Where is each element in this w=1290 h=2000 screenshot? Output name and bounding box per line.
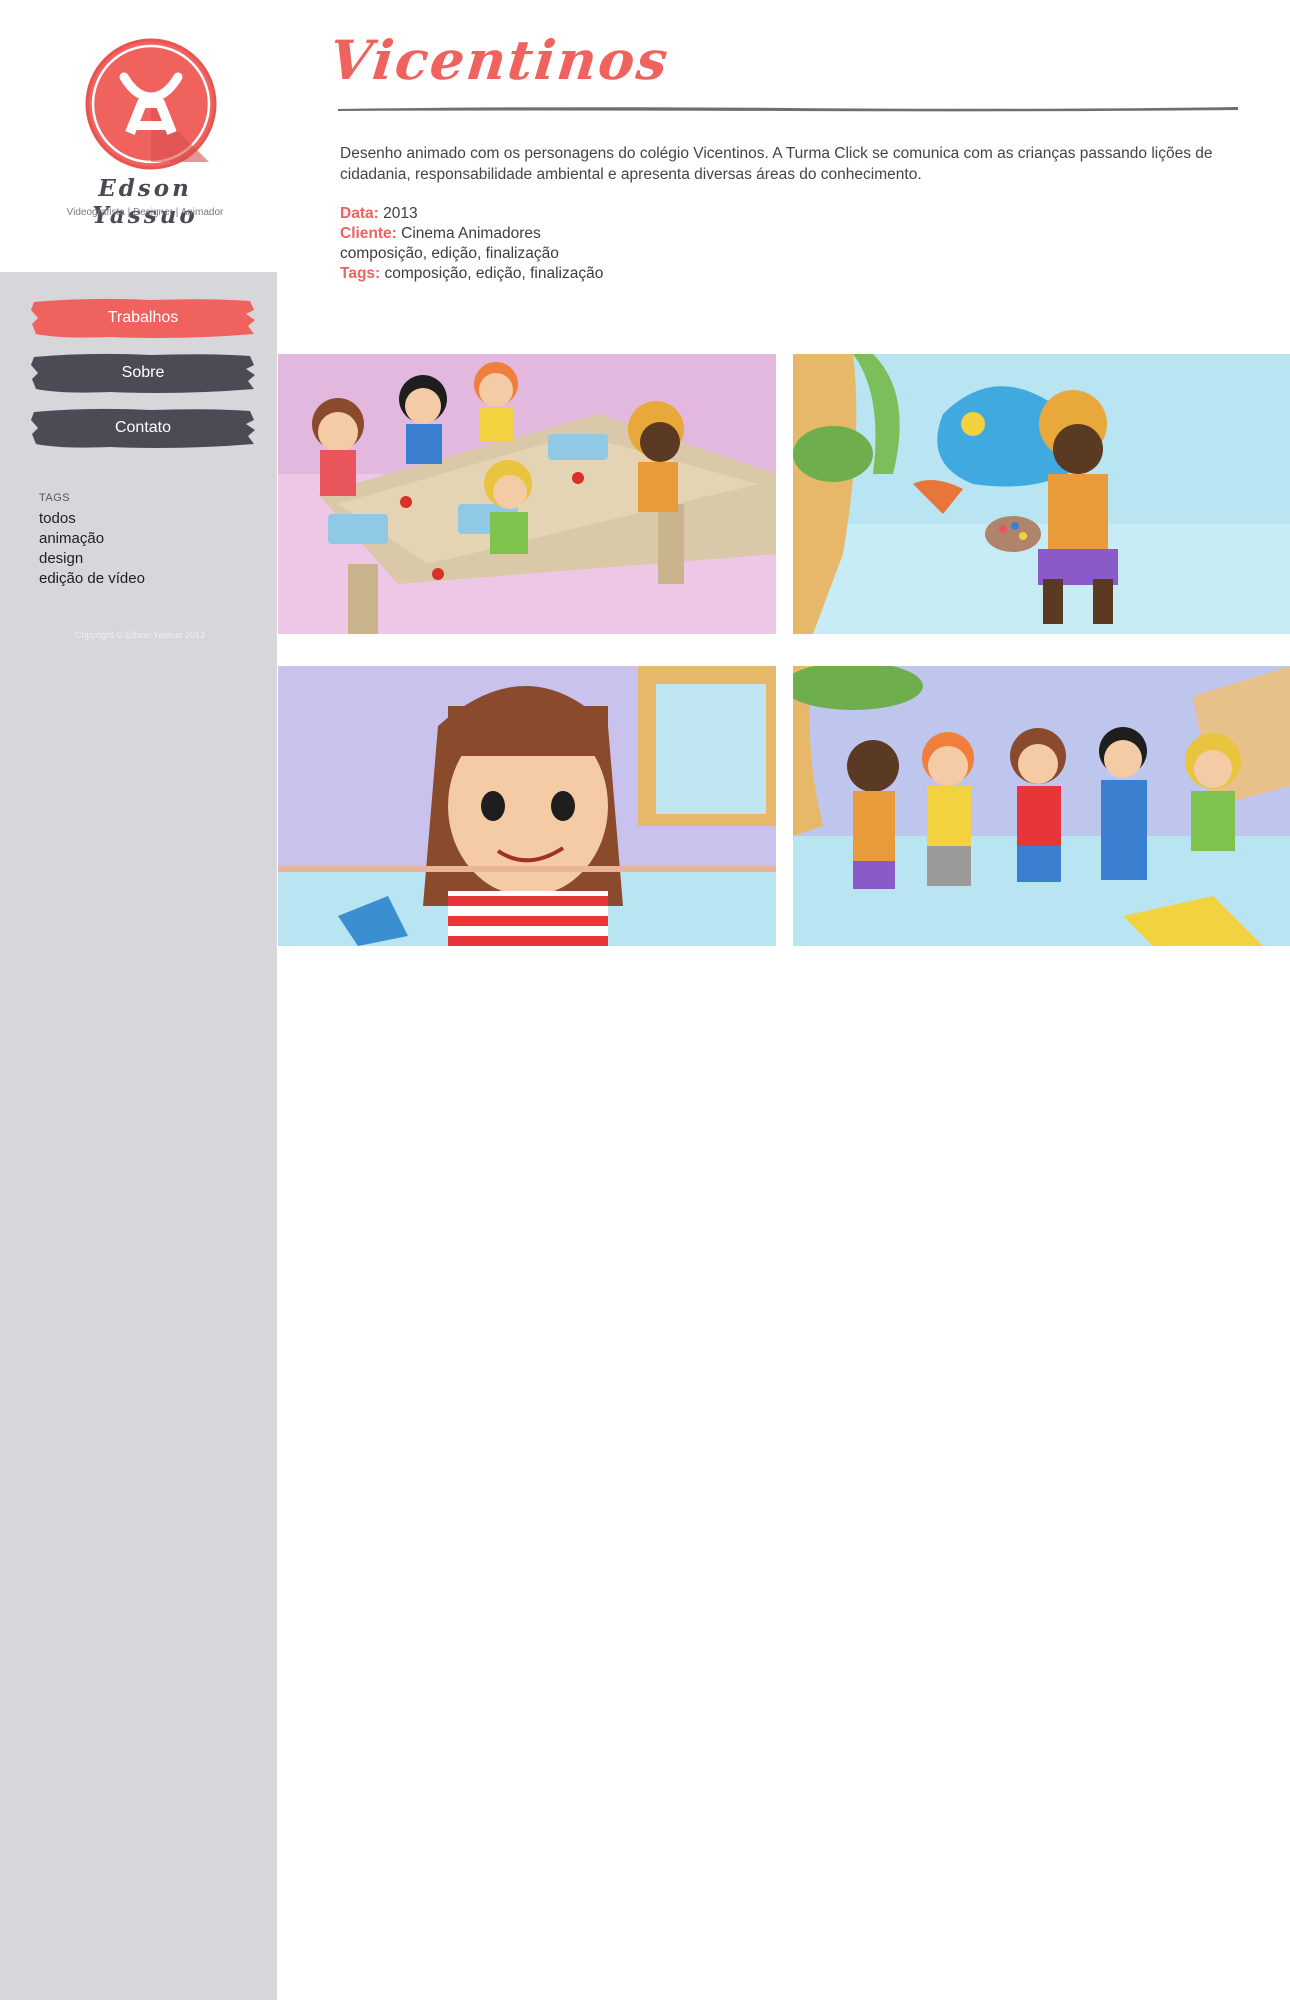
gallery-thumb-group-hopscotch[interactable] bbox=[793, 666, 1290, 946]
logo-name: Edson Yassuo bbox=[92, 175, 198, 229]
logo-icon[interactable] bbox=[84, 37, 218, 171]
tag-todos-link[interactable]: todos bbox=[39, 510, 76, 527]
nav-sobre-label: Sobre bbox=[121, 364, 165, 381]
meta-cliente: Cliente: Cinema Animadores bbox=[340, 225, 541, 243]
page-title: Vicentinos bbox=[326, 28, 673, 92]
project-description: Desenho animado com os personagens do co… bbox=[340, 145, 1213, 183]
tag-design-link[interactable]: design bbox=[39, 550, 83, 567]
gallery-thumb-painter[interactable] bbox=[793, 354, 1290, 634]
meta-tags: Tags: composição, edição, finalização bbox=[340, 265, 603, 283]
meta-cliente-label: Cliente: bbox=[340, 225, 397, 242]
meta-tags-value: composição, edição, finalização bbox=[384, 265, 604, 282]
nav-trabalhos-label: Trabalhos bbox=[107, 309, 179, 326]
tag-edicao-de-video-link[interactable]: edição de vídeo bbox=[39, 570, 145, 587]
tag-animacao-link[interactable]: animação bbox=[39, 530, 104, 547]
meta-data: Data: 2013 bbox=[340, 205, 418, 223]
nav-contato-button[interactable]: Contato bbox=[30, 406, 256, 450]
copyright-text: Copyright © Edson Yassuo 2013 bbox=[75, 630, 205, 640]
meta-data-value: 2013 bbox=[383, 205, 418, 222]
logo-subtitle: Videografista | Designer | Animador bbox=[66, 207, 224, 218]
meta-tags-label: Tags: bbox=[340, 265, 381, 282]
gallery-thumb-girl-closeup[interactable] bbox=[278, 666, 776, 946]
meta-data-label: Data: bbox=[340, 205, 379, 222]
title-divider bbox=[338, 100, 1238, 112]
tags-heading: TAGS bbox=[39, 492, 71, 504]
nav-trabalhos-button[interactable]: Trabalhos bbox=[30, 296, 256, 340]
meta-cliente-value: Cinema Animadores bbox=[401, 225, 541, 242]
sidebar: Edson Yassuo Videografista | Designer | … bbox=[0, 0, 277, 2000]
nav-sobre-button[interactable]: Sobre bbox=[30, 351, 256, 395]
meta-services: composição, edição, finalização bbox=[340, 245, 559, 262]
nav-contato-label: Contato bbox=[114, 419, 172, 436]
gallery-thumb-cafeteria[interactable] bbox=[278, 354, 776, 634]
